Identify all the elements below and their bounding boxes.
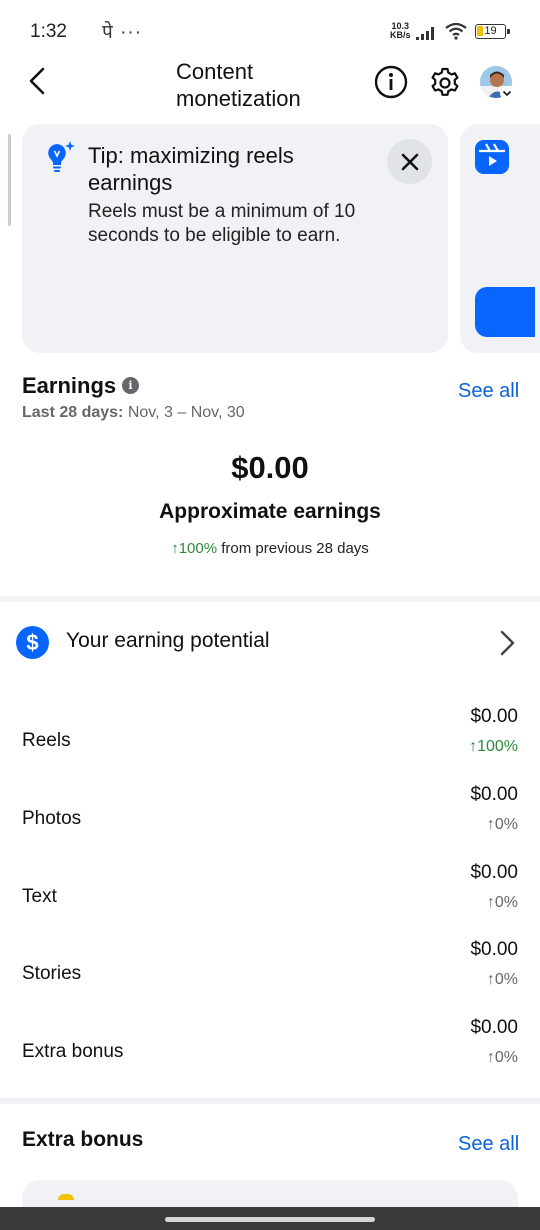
row-label: Photos — [22, 808, 82, 829]
row-label: Text — [22, 886, 57, 907]
back-arrow-icon[interactable] — [22, 64, 56, 98]
date-range-value: Nov, 3 – Nov, 30 — [127, 404, 245, 421]
row-change: ↑0% — [486, 1049, 518, 1066]
row-amount: $0.00 — [470, 1017, 518, 1038]
network-speed-unit: KB/s — [390, 30, 411, 40]
row-change: ↑0% — [486, 894, 518, 911]
extra-bonus-see-all-link[interactable]: See all — [458, 1133, 519, 1156]
signal-icon — [416, 27, 434, 40]
home-gesture-handle[interactable] — [165, 1217, 375, 1222]
close-button[interactable] — [387, 139, 432, 184]
earnings-heading: Earnings — [22, 373, 117, 398]
extra-bonus-card[interactable] — [22, 1180, 518, 1210]
change-percent: ↑100% — [171, 540, 218, 557]
tip-body: Reels must be a minimum of 10 seconds to… — [88, 201, 356, 246]
row-change: ↑100% — [469, 738, 518, 755]
dollar-icon: $ — [16, 626, 49, 659]
tip-title: Tip: maximizing reels earnings — [88, 143, 294, 195]
earnings-amount-label: Approximate earnings — [159, 500, 381, 523]
gear-icon[interactable] — [427, 64, 463, 100]
date-range-label: Last 28 days: — [22, 404, 124, 421]
change-suffix: from previous 28 days — [217, 540, 369, 557]
scroll-indicator — [8, 134, 11, 226]
earning-potential-row[interactable]: $ Your earning potential — [0, 612, 540, 674]
breakdown-row-photos: Photos $0.00 ↑0% — [0, 784, 540, 854]
status-notification-icons: पे ··· — [102, 18, 142, 44]
lightbulb-sparkle-icon — [48, 141, 75, 172]
header: Content monetization — [0, 56, 540, 120]
reels-icon — [475, 140, 509, 174]
breakdown-row-stories: Stories $0.00 ↑0% — [0, 939, 540, 1009]
carrier-glyph: पे — [102, 22, 114, 43]
section-divider — [0, 596, 540, 602]
row-change: ↑0% — [486, 816, 518, 833]
coin-icon — [58, 1194, 74, 1200]
breakdown-row-text: Text $0.00 ↑0% — [0, 862, 540, 932]
status-time: 1:32 — [30, 21, 67, 42]
status-bar: 1:32 पे ··· 10.3 KB/s 19 — [0, 0, 540, 60]
earnings-see-all-link[interactable]: See all — [458, 380, 519, 403]
row-amount: $0.00 — [470, 706, 518, 727]
row-amount: $0.00 — [470, 784, 518, 805]
chevron-right-icon — [500, 630, 515, 656]
tip-card: Tip: maximizing reels earnings Reels mus… — [22, 124, 448, 353]
extra-bonus-heading: Extra bonus — [22, 1128, 144, 1151]
row-amount: $0.00 — [470, 939, 518, 960]
page-title: Content monetization — [176, 59, 301, 111]
more-dots-icon: ··· — [120, 22, 143, 43]
system-nav-bar — [0, 1207, 540, 1230]
row-label: Extra bonus — [22, 1041, 124, 1062]
info-icon[interactable] — [373, 64, 409, 100]
earnings-change: ↑100% from previous 28 days — [0, 540, 540, 557]
earning-potential-label: Your earning potential — [66, 629, 270, 652]
earnings-amount: $0.00 — [231, 450, 309, 485]
row-change: ↑0% — [486, 971, 518, 988]
section-divider — [0, 1098, 540, 1104]
network-speed: 10.3 KB/s — [390, 22, 411, 40]
reels-tip-card[interactable] — [460, 124, 540, 353]
reels-card-button[interactable] — [475, 287, 535, 337]
row-amount: $0.00 — [470, 862, 518, 883]
battery-level: 19 — [484, 25, 497, 37]
battery-icon: 19 — [475, 24, 510, 39]
row-label: Reels — [22, 730, 71, 751]
row-label: Stories — [22, 963, 82, 984]
close-icon — [401, 153, 418, 170]
chevron-down-icon[interactable] — [500, 86, 514, 100]
wifi-icon — [445, 22, 467, 40]
earnings-date-range: Last 28 days: Nov, 3 – Nov, 30 — [22, 404, 245, 422]
breakdown-row-extra-bonus: Extra bonus $0.00 ↑0% — [0, 1017, 540, 1087]
breakdown-row-reels: Reels $0.00 ↑100% — [0, 706, 540, 776]
info-icon[interactable]: i — [122, 377, 139, 394]
